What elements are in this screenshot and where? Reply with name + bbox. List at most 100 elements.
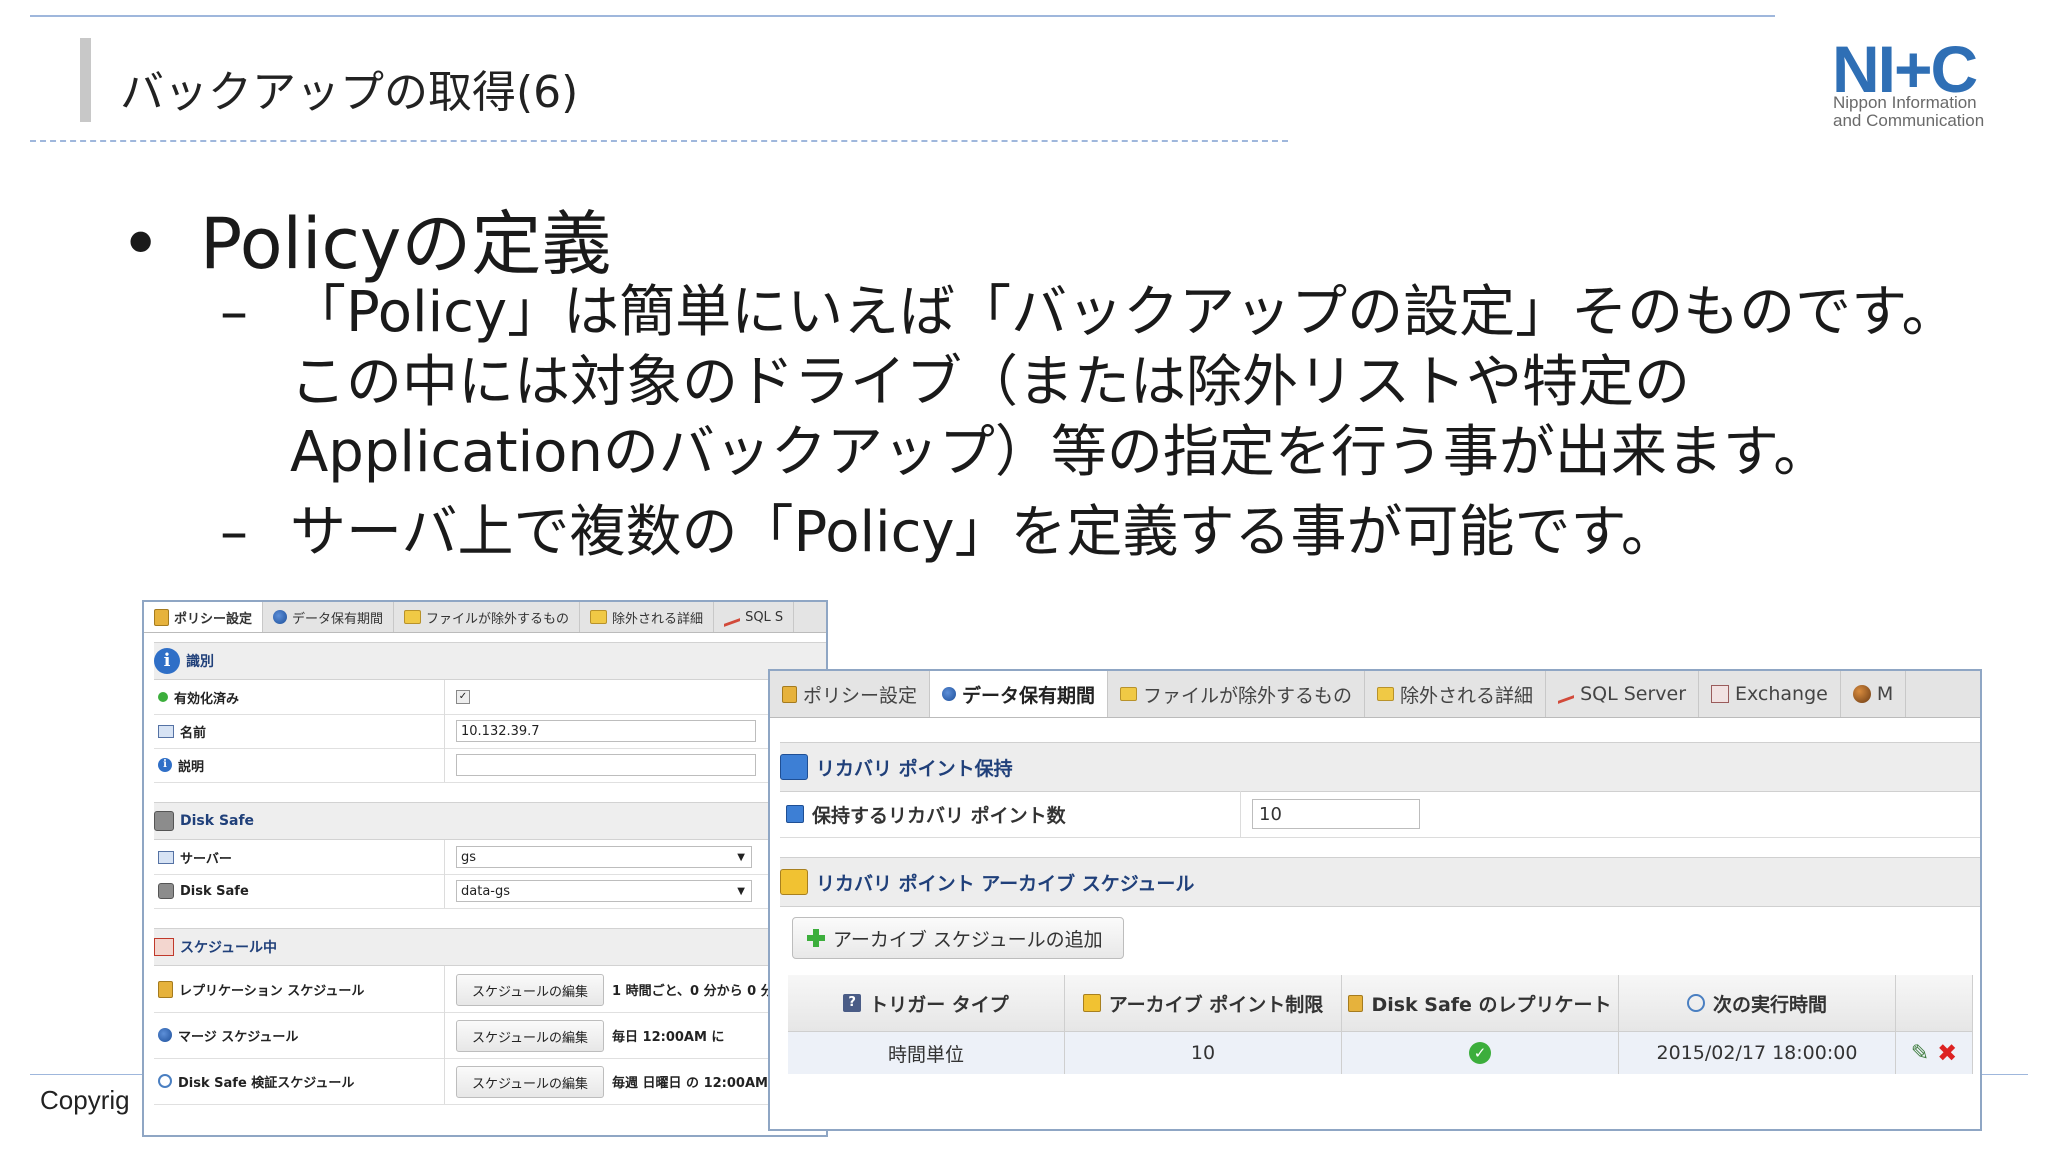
globe-icon	[1852, 685, 1871, 703]
column-header-replicate[interactable]: Disk Safe のレプリケート	[1342, 975, 1619, 1031]
tab-exclude-details[interactable]: 除外される詳細	[580, 602, 715, 632]
main-bullet-text: Policyの定義	[200, 203, 612, 285]
server-icon	[158, 850, 174, 864]
title-divider	[30, 140, 1288, 142]
document-icon	[1348, 994, 1364, 1012]
check-icon: ✓	[1469, 1042, 1491, 1064]
users-icon	[273, 610, 288, 624]
sub-bullet-1-line-1: 「Policy」は簡単にいえば「バックアップの設定」そのものです。	[290, 280, 1958, 345]
description-input[interactable]	[456, 754, 756, 776]
tab-data-retention[interactable]: データ保有期間	[263, 602, 395, 632]
document-icon	[158, 980, 173, 998]
row-description: i 説明	[154, 748, 826, 783]
column-header-trigger[interactable]: ? トリガー タイプ	[788, 975, 1065, 1031]
add-icon	[807, 929, 825, 947]
column-header-actions	[1896, 975, 1973, 1031]
tab-data-retention[interactable]: データ保有期間	[930, 671, 1109, 717]
sub-bullet-dash-1: –	[220, 280, 248, 345]
section-schedule: スケジュール中	[154, 928, 826, 966]
disk-safe-icon	[158, 883, 174, 899]
folder-icon	[590, 610, 608, 624]
tab-sql[interactable]: SQL S	[714, 602, 795, 632]
edit-merge-schedule-button[interactable]: スケジュールの編集	[456, 1020, 604, 1052]
main-bullet: • Policyの定義	[120, 188, 611, 289]
edit-verify-schedule-button[interactable]: スケジュールの編集	[456, 1066, 604, 1098]
merge-icon	[158, 1028, 172, 1042]
section-recovery-point-retention: リカバリ ポイント保持	[780, 742, 1980, 792]
data-retention-screenshot: ポリシー設定 データ保有期間 ファイルが除外するもの 除外される詳細 SQL S…	[768, 669, 1982, 1131]
dropdown-caret-icon: ▼	[737, 852, 745, 863]
section-disk-safe: Disk Safe	[154, 802, 826, 840]
info-icon: i	[158, 758, 172, 772]
title-accent-bar	[80, 38, 91, 122]
row-name: 名前 10.132.39.7	[154, 714, 826, 749]
tab-exclude-details[interactable]: 除外される詳細	[1365, 671, 1547, 717]
cell-trigger: 時間単位	[788, 1031, 1065, 1074]
merge-schedule-text: 毎日 12:00AM に	[612, 1030, 725, 1045]
info-icon: i	[154, 648, 180, 674]
enabled-checkbox[interactable]: ✓	[456, 690, 470, 704]
folder-icon	[1120, 687, 1138, 701]
users-icon	[942, 687, 957, 701]
document-icon	[154, 608, 169, 626]
sub-bullet-dash-2: –	[220, 500, 248, 565]
logo-line-2: and Communication	[1833, 111, 1985, 130]
server-select[interactable]: gs ▼	[456, 846, 752, 868]
cube-icon	[1082, 994, 1101, 1012]
sub-bullet-1-line-3: Applicationのバックアップ）等の指定を行う事が出来ます。	[290, 420, 1830, 485]
add-archive-schedule-button[interactable]: アーカイブ スケジュールの追加	[792, 917, 1124, 959]
row-disk-safe: Disk Safe data-gs ▼	[154, 874, 826, 909]
sql-icon	[724, 607, 741, 627]
tab-policy-settings[interactable]: ポリシー設定	[770, 671, 931, 717]
tab-bar: ポリシー設定 データ保有期間 ファイルが除外するもの 除外される詳細 SQL S…	[770, 671, 1980, 718]
edit-icon[interactable]: ✎	[1911, 1041, 1929, 1066]
copyright-text: Copyrig	[40, 1085, 130, 1115]
tab-file-excludes[interactable]: ファイルが除外するもの	[1108, 671, 1366, 717]
delete-icon[interactable]: ✖	[1937, 1039, 1957, 1067]
row-server: サーバー gs ▼	[154, 840, 826, 875]
cell-actions: ✎ ✖	[1896, 1031, 1973, 1074]
name-input[interactable]: 10.132.39.7	[456, 720, 756, 742]
row-merge-schedule: マージ スケジュール スケジュールの編集 毎日 12:00AM に	[154, 1012, 826, 1059]
cell-replicate: ✓	[1342, 1031, 1619, 1074]
top-rule	[30, 15, 1775, 17]
row-enabled: 有効化済み ✓	[154, 680, 826, 715]
tab-exchange[interactable]: Exchange	[1699, 671, 1841, 717]
column-header-next-run[interactable]: 次の実行時間	[1619, 975, 1896, 1031]
name-card-icon	[158, 724, 174, 738]
dropdown-caret-icon: ▼	[737, 886, 745, 897]
cell-next-run: 2015/02/17 18:00:00	[1619, 1031, 1896, 1074]
tab-more[interactable]: M	[1841, 671, 1907, 717]
bullet-dot: •	[120, 203, 162, 285]
folder-icon	[1377, 687, 1395, 701]
row-verify-schedule: Disk Safe 検証スケジュール スケジュールの編集 毎週 日曜日 の 12…	[154, 1058, 826, 1105]
section-archive-schedule: リカバリ ポイント アーカイブ スケジュール	[780, 857, 1980, 907]
tab-policy-settings[interactable]: ポリシー設定	[144, 602, 264, 632]
document-icon	[782, 685, 797, 703]
sub-bullet-1-line-2: この中には対象のドライブ（または除外リストや特定の	[290, 350, 1690, 415]
retain-count-input[interactable]: 10	[1252, 799, 1420, 829]
clock-icon	[1686, 994, 1705, 1012]
archive-icon	[780, 869, 808, 895]
sql-icon	[1558, 684, 1575, 704]
tab-bar: ポリシー設定 データ保有期間 ファイルが除外するもの 除外される詳細 SQL S	[144, 602, 826, 633]
sub-bullet-2: サーバ上で複数の「Policy」を定義する事が可能です。	[290, 500, 1677, 565]
cube-icon	[786, 805, 804, 823]
exchange-icon	[1711, 685, 1730, 703]
question-icon: ?	[843, 994, 862, 1012]
verify-schedule-text: 毎週 日曜日 の 12:00AM	[612, 1076, 768, 1091]
status-dot-icon	[158, 692, 168, 702]
folder-icon	[404, 610, 422, 624]
column-header-archive-limit[interactable]: アーカイブ ポイント制限	[1065, 975, 1342, 1031]
disk-safe-select[interactable]: data-gs ▼	[456, 880, 752, 902]
row-retain-count: 保持するリカバリ ポイント数 10	[780, 791, 1980, 838]
edit-replication-schedule-button[interactable]: スケジュールの編集	[456, 974, 604, 1006]
tab-file-excludes[interactable]: ファイルが除外するもの	[394, 602, 581, 632]
policy-settings-screenshot: ポリシー設定 データ保有期間 ファイルが除外するもの 除外される詳細 SQL S…	[142, 600, 828, 1137]
section-identification: i 識別	[154, 642, 826, 680]
tab-sql-server[interactable]: SQL Server	[1546, 671, 1700, 717]
replication-schedule-text: 1 時間ごと、0 分から 0 分後	[612, 984, 787, 999]
slide-title: バックアップの取得(6)	[120, 67, 579, 118]
company-logo-text: Nippon Information and Communication	[1833, 94, 1984, 130]
schedule-icon	[154, 938, 174, 956]
